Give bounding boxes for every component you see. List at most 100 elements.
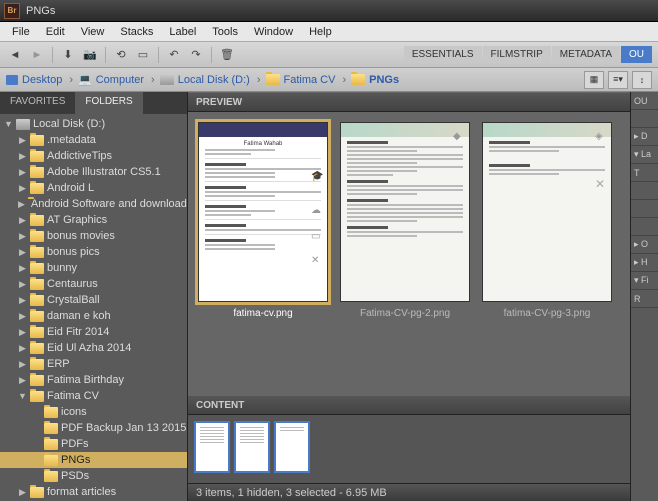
content-strip[interactable] [188, 415, 630, 483]
disclosure-icon[interactable]: ▶ [18, 295, 27, 306]
disclosure-icon[interactable]: ▶ [18, 151, 27, 162]
tree-item[interactable]: ▶Fatima Birthday [0, 372, 187, 388]
menu-window[interactable]: Window [246, 24, 301, 40]
tree-item[interactable]: PNGs [0, 452, 187, 468]
tab-folders[interactable]: FOLDERS [75, 92, 142, 114]
tree-item[interactable]: ▶Eid Fitr 2014 [0, 324, 187, 340]
menu-help[interactable]: Help [301, 24, 340, 40]
menu-edit[interactable]: Edit [38, 24, 73, 40]
content-thumb-2[interactable] [234, 421, 270, 473]
content-thumb-1[interactable] [194, 421, 230, 473]
tree-item[interactable]: ▶Eid Ul Azha 2014 [0, 340, 187, 356]
close-icon: ✕ [595, 177, 605, 187]
preview-thumb-3[interactable]: ◈ ✕ fatima-CV-pg-3.png [482, 122, 612, 319]
disclosure-icon[interactable]: ▶ [18, 375, 27, 386]
back-button[interactable]: ◄ [6, 46, 24, 64]
preview-thumb-2[interactable]: ◆ Fatima-CV-pg-2.png [340, 122, 470, 319]
path-desktop[interactable]: Desktop› [6, 74, 76, 86]
menu-view[interactable]: View [73, 24, 113, 40]
tree-item[interactable]: ▶format articles [0, 484, 187, 500]
disclosure-icon[interactable]: ▶ [18, 231, 27, 242]
right-panel-row[interactable]: ▾ La [631, 146, 658, 164]
tree-item[interactable]: ▶Adobe Illustrator CS5.1 [0, 164, 187, 180]
menu-tools[interactable]: Tools [204, 24, 246, 40]
trash-icon[interactable]: 🗑 [218, 46, 236, 64]
workspace-essentials[interactable]: ESSENTIALS [404, 46, 482, 63]
camera-icon[interactable]: 📷 [81, 46, 99, 64]
tree-item[interactable]: ▼Fatima CV [0, 388, 187, 404]
disclosure-icon[interactable]: ▶ [18, 167, 27, 178]
right-panel-row[interactable] [631, 110, 658, 128]
tree-item-label: bonus pics [47, 246, 100, 258]
menu-file[interactable]: File [4, 24, 38, 40]
tree-item[interactable]: PDF Backup Jan 13 2015 [0, 420, 187, 436]
workspace-filmstrip[interactable]: FILMSTRIP [483, 46, 551, 63]
right-panel-row[interactable]: ▸ H [631, 254, 658, 272]
right-panel-row[interactable]: R [631, 290, 658, 308]
refine-icon[interactable]: ⟲ [112, 46, 130, 64]
disclosure-icon[interactable]: ▶ [18, 199, 25, 210]
disk-icon [160, 74, 174, 85]
workspace-output[interactable]: OU [621, 46, 652, 63]
tree-item[interactable]: ▶ bonus pics [0, 244, 187, 260]
tree-item[interactable]: ▶Centaurus [0, 276, 187, 292]
right-panel-row[interactable] [631, 182, 658, 200]
tree-item[interactable]: ▶Android L [0, 180, 187, 196]
disclosure-icon[interactable]: ▶ [18, 359, 27, 370]
tree-item[interactable]: ▶Android Software and downloads [0, 196, 187, 212]
tree-item[interactable]: icons [0, 404, 187, 420]
view-list-button[interactable]: ≡▾ [608, 71, 628, 89]
disclosure-icon[interactable]: ▶ [18, 311, 27, 322]
app-icon: Br [4, 3, 20, 19]
sort-button[interactable]: ↕ [632, 71, 652, 89]
right-panel-row[interactable]: ▸ O [631, 236, 658, 254]
tree-item[interactable]: ▶.metadata [0, 132, 187, 148]
menu-stacks[interactable]: Stacks [112, 24, 161, 40]
reveal-icon[interactable]: ⬇ [59, 46, 77, 64]
right-panel-row[interactable] [631, 200, 658, 218]
right-panel-row[interactable]: ▸ D [631, 128, 658, 146]
disclosure-icon[interactable]: ▶ [18, 247, 27, 258]
path-local-disk[interactable]: Local Disk (D:)› [160, 74, 264, 86]
tree-item[interactable]: ▼Local Disk (D:) [0, 116, 187, 132]
tree-item-label: daman e koh [47, 310, 111, 322]
tree-item[interactable]: ▶bunny [0, 260, 187, 276]
forward-button[interactable]: ► [28, 46, 46, 64]
disclosure-icon[interactable]: ▶ [18, 343, 27, 354]
right-panel-row[interactable]: ▾ Fi [631, 272, 658, 290]
rotate-ccw-icon[interactable]: ↶ [165, 46, 183, 64]
path-computer[interactable]: 💻Computer› [78, 73, 158, 86]
disclosure-icon[interactable]: ▶ [18, 279, 27, 290]
workspace-metadata[interactable]: METADATA [552, 46, 620, 63]
tree-item[interactable]: ▶ daman e koh [0, 308, 187, 324]
right-panel-row[interactable]: OU [631, 92, 658, 110]
tree-item[interactable]: ▶bonus movies [0, 228, 187, 244]
tree-item[interactable]: ▶AddictiveTips [0, 148, 187, 164]
path-fatima-cv[interactable]: Fatima CV› [266, 74, 350, 86]
graduation-icon: 🎓 [311, 171, 321, 181]
disclosure-icon[interactable]: ▶ [18, 183, 27, 194]
disclosure-icon[interactable]: ▼ [18, 391, 27, 401]
view-grid-button[interactable]: ▦ [584, 71, 604, 89]
disclosure-icon[interactable]: ▶ [18, 487, 27, 498]
disclosure-icon[interactable]: ▶ [18, 135, 27, 146]
tree-item[interactable]: ▶CrystalBall [0, 292, 187, 308]
disclosure-icon[interactable]: ▶ [18, 263, 27, 274]
path-pngs[interactable]: PNGs [351, 74, 399, 86]
tab-favorites[interactable]: FAVORITES [0, 92, 75, 114]
content-thumb-3[interactable] [274, 421, 310, 473]
right-panel-row[interactable]: T [631, 164, 658, 182]
tree-item[interactable]: PSDs [0, 468, 187, 484]
right-panel-row[interactable] [631, 218, 658, 236]
rotate-cw-icon[interactable]: ↷ [187, 46, 205, 64]
preview-thumb-1[interactable]: Fatima Wahab 🎓 ☁ ▭ ✕ [198, 122, 328, 319]
disclosure-icon[interactable]: ▶ [18, 327, 27, 338]
open-icon[interactable]: ▭ [134, 46, 152, 64]
folder-tree[interactable]: ▼Local Disk (D:)▶.metadata▶AddictiveTips… [0, 114, 187, 501]
disclosure-icon[interactable]: ▶ [18, 215, 27, 226]
disclosure-icon[interactable]: ▼ [4, 119, 13, 129]
tree-item[interactable]: ▶ERP [0, 356, 187, 372]
menu-label[interactable]: Label [161, 24, 204, 40]
tree-item[interactable]: PDFs [0, 436, 187, 452]
tree-item[interactable]: ▶AT Graphics [0, 212, 187, 228]
